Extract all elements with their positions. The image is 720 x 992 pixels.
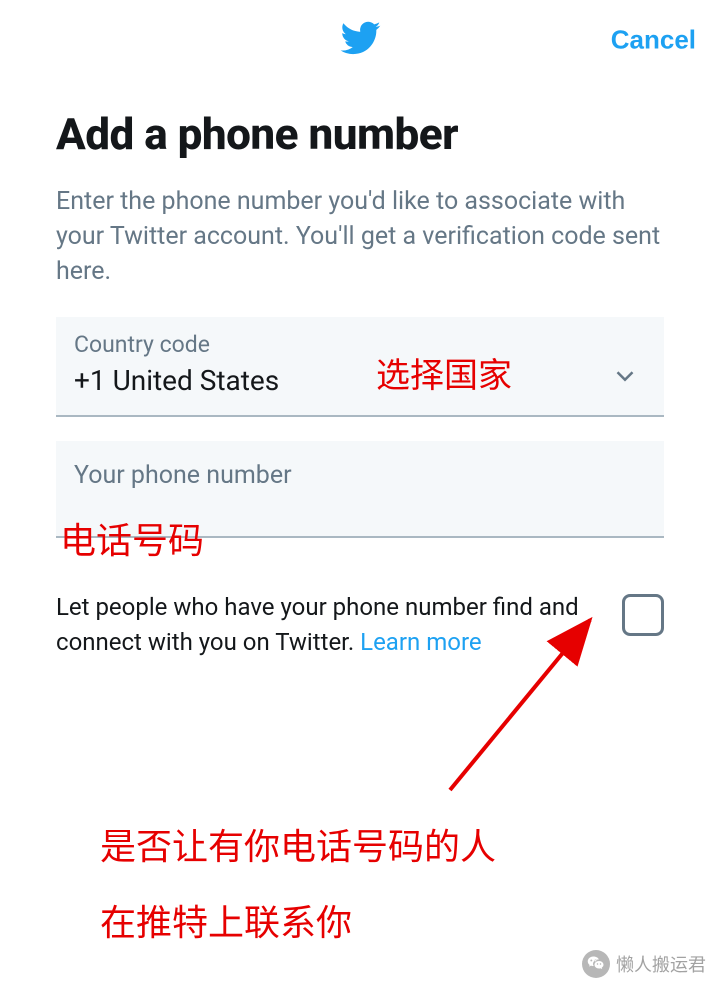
annotation-bottom: 是否让有你电话号码的人 在推特上联系你 <box>100 810 496 961</box>
twitter-bird-icon <box>339 17 381 63</box>
country-code-value: +1 United States <box>74 364 646 397</box>
wechat-icon <box>582 950 610 978</box>
content-area: Add a phone number Enter the phone numbe… <box>0 80 720 660</box>
cancel-button[interactable]: Cancel <box>611 25 696 56</box>
consent-text: Let people who have your phone number fi… <box>56 590 602 660</box>
discoverability-checkbox[interactable] <box>622 594 664 636</box>
annotation-bottom-line1: 是否让有你电话号码的人 <box>100 810 496 886</box>
country-code-select[interactable]: Country code +1 United States 选择国家 <box>56 317 664 417</box>
consent-text-body: Let people who have your phone number fi… <box>56 593 579 656</box>
annotation-phone: 电话号码 <box>60 512 204 564</box>
phone-placeholder: Your phone number <box>74 461 646 490</box>
watermark: 懒人搬运君 <box>582 950 706 978</box>
page-title: Add a phone number <box>56 108 664 160</box>
consent-row: Let people who have your phone number fi… <box>56 590 664 660</box>
annotation-bottom-line2: 在推特上联系你 <box>100 886 496 962</box>
learn-more-link[interactable]: Learn more <box>360 628 481 656</box>
country-code-field-group: Country code +1 United States 选择国家 <box>56 317 664 417</box>
annotation-country: 选择国家 <box>376 348 512 397</box>
header: Cancel <box>0 0 720 80</box>
watermark-text: 懒人搬运君 <box>616 951 706 977</box>
description-text: Enter the phone number you'd like to ass… <box>56 184 664 289</box>
chevron-down-icon <box>610 361 640 395</box>
country-code-label: Country code <box>74 331 646 358</box>
